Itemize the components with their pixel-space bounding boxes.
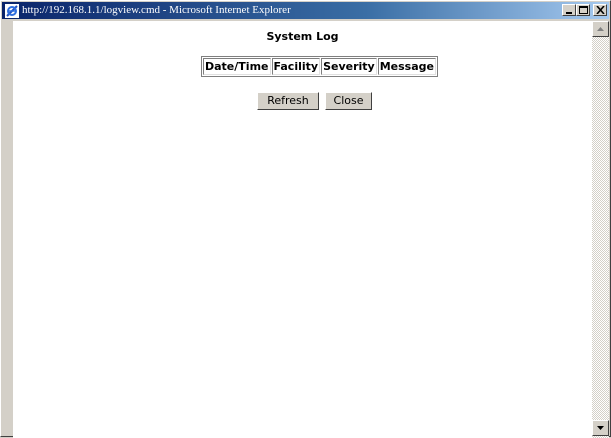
ie-icon [5,3,19,18]
arrow-down-icon [597,426,604,430]
maximize-icon [579,6,588,14]
column-header-facility: Facility [271,58,321,75]
table-header-row: Date/Time Facility Severity Message [203,58,436,75]
refresh-button[interactable]: Refresh [257,92,319,110]
page-content: System Log Date/Time Facility Severity M… [13,21,592,438]
maximize-button[interactable] [576,4,590,16]
page-title: System Log [266,30,339,43]
column-header-severity: Severity [321,58,377,75]
scroll-up-button[interactable] [592,21,609,37]
close-icon [596,6,605,14]
window-title: http://192.168.1.1/logview.cmd - Microso… [22,4,291,16]
close-button[interactable]: Close [325,92,372,110]
column-header-message: Message [377,58,436,75]
minimize-icon [566,12,572,14]
vertical-scrollbar[interactable] [592,21,609,438]
close-window-button[interactable] [593,4,607,16]
column-header-date-time: Date/Time [203,58,271,75]
system-log-table: Date/Time Facility Severity Message [201,56,438,77]
title-bar[interactable]: http://192.168.1.1/logview.cmd - Microso… [2,2,609,19]
browser-window: http://192.168.1.1/logview.cmd - Microso… [0,0,611,438]
arrow-up-icon [597,27,604,31]
minimize-button[interactable] [562,4,576,16]
scroll-down-button[interactable] [592,420,609,436]
